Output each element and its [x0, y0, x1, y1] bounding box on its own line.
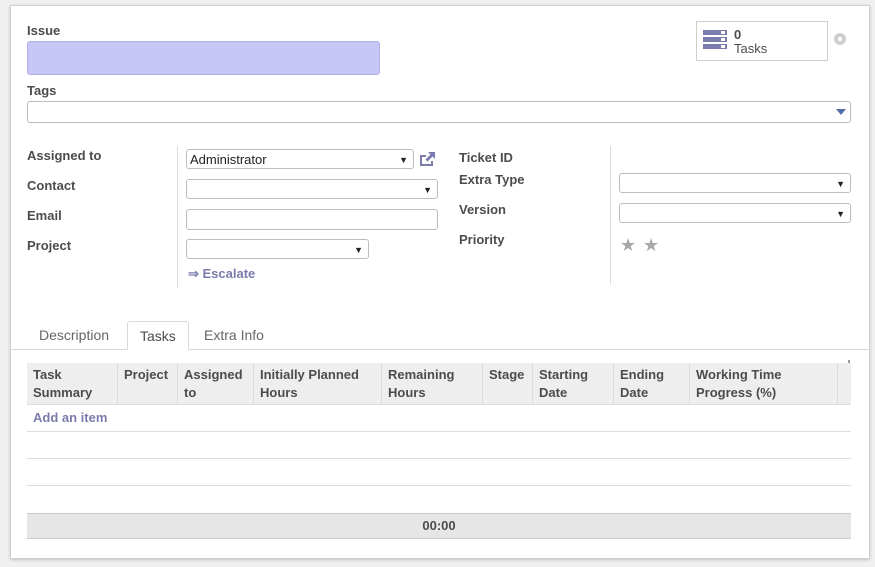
tab-extra-info[interactable]: Extra Info [192, 321, 276, 350]
project-label: Project [27, 238, 72, 253]
column-header[interactable]: Ending Date [613, 363, 690, 404]
issue-form-sheet: Issue 0 Tasks Tags Assigned to Contact E… [10, 5, 870, 559]
extra-type-label: Extra Type [459, 172, 525, 187]
tags-input[interactable] [27, 101, 851, 123]
chevron-down-icon: ▼ [399, 155, 408, 165]
external-link-icon[interactable] [418, 151, 436, 167]
assigned-to-label: Assigned to [27, 148, 102, 163]
issue-label: Issue [27, 23, 61, 38]
tab-tasks[interactable]: Tasks [127, 321, 189, 350]
table-row [27, 431, 851, 432]
tasks-label: Tasks [734, 41, 768, 56]
chevron-down-icon: ▼ [423, 185, 432, 195]
chevron-down-icon: ▼ [836, 179, 845, 189]
status-dot-icon[interactable] [834, 33, 846, 45]
column-header[interactable]: Remaining Hours [381, 363, 483, 404]
issue-name-input[interactable] [27, 41, 380, 75]
column-header[interactable]: Project [117, 363, 178, 404]
ticket-id-label: Ticket ID [459, 150, 513, 165]
column-header[interactable]: Initially Planned Hours [253, 363, 382, 404]
column-header-spacer [837, 363, 851, 404]
contact-select[interactable]: ▼ [186, 179, 438, 199]
contact-label: Contact [27, 178, 76, 193]
column-header[interactable]: Stage [482, 363, 533, 404]
chevron-down-icon: ▼ [836, 209, 845, 219]
table-row [27, 485, 851, 486]
escalate-link[interactable]: ⇒ Escalate [188, 266, 255, 282]
tasks-table-footer-total: 00:00 [27, 513, 851, 539]
tags-label: Tags [27, 83, 57, 98]
column-header[interactable]: Starting Date [532, 363, 615, 404]
chevron-down-icon: ▼ [354, 245, 363, 255]
field-divider-right [610, 146, 611, 284]
version-select[interactable]: ▼ [619, 203, 851, 223]
tasks-table-header: Task Summary Project Assigned to Initial… [27, 363, 851, 405]
tab-description[interactable]: Description [27, 321, 121, 350]
extra-type-select[interactable]: ▼ [619, 173, 851, 193]
add-item-link[interactable]: Add an item [33, 410, 107, 425]
column-header[interactable]: Assigned to [177, 363, 254, 404]
tasks-count: 0 [734, 27, 742, 42]
column-header[interactable]: Working Time Progress (%) [689, 363, 839, 404]
assigned-to-value: Administrator [190, 152, 267, 167]
assigned-to-select[interactable]: Administrator ▼ [186, 149, 414, 169]
priority-star-icon[interactable]: ★ [620, 236, 636, 254]
email-input[interactable] [186, 209, 438, 230]
tasks-smart-button[interactable]: 0 Tasks [696, 21, 828, 61]
priority-label: Priority [459, 232, 505, 247]
priority-star-icon[interactable]: ★ [643, 236, 659, 254]
project-select[interactable]: ▼ [186, 239, 369, 259]
field-divider [177, 146, 178, 288]
column-header[interactable]: Task Summary [27, 363, 119, 404]
tasks-icon [703, 30, 727, 49]
chevron-down-icon [836, 109, 846, 115]
version-label: Version [459, 202, 506, 217]
table-row [27, 458, 851, 459]
email-label: Email [27, 208, 62, 223]
